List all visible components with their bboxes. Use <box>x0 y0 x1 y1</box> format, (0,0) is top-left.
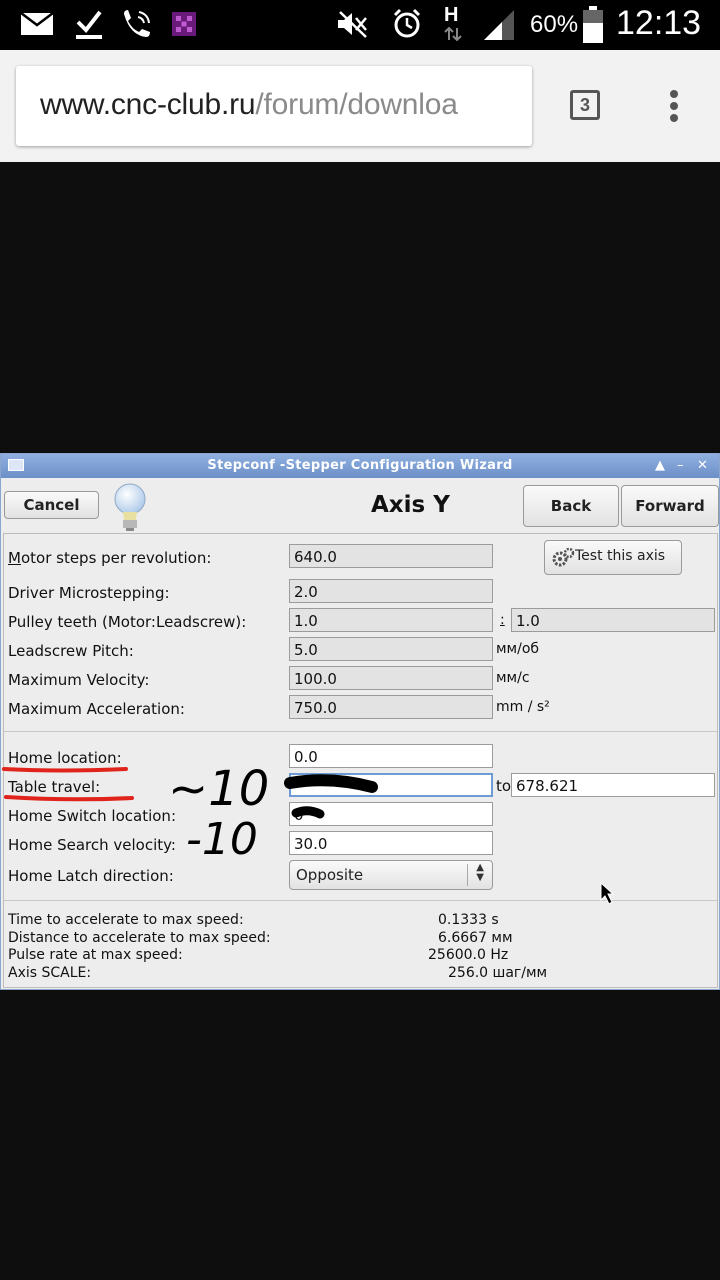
annotation-layer: ~10 -10 <box>2 761 615 905</box>
mouse-cursor-icon <box>600 881 615 905</box>
table-travel-underline <box>4 795 134 802</box>
redaction-scribble <box>284 774 378 793</box>
search-note: -10 <box>186 814 258 865</box>
travel-note: ~10 <box>168 761 269 817</box>
home-location-underline <box>2 767 128 773</box>
redaction-scribble <box>291 806 325 819</box>
